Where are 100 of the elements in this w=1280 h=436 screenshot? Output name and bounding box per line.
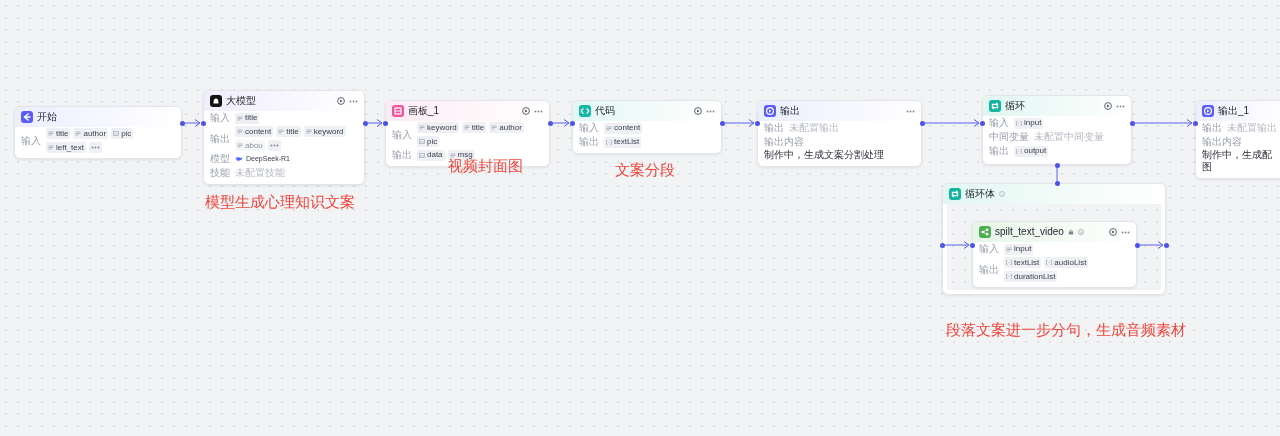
port-handle[interactable] bbox=[569, 120, 575, 126]
connector-arrow bbox=[367, 119, 383, 127]
port-handle[interactable] bbox=[200, 120, 206, 126]
board-node-icon bbox=[392, 105, 404, 117]
variable-name: data bbox=[427, 150, 443, 160]
port-handle[interactable] bbox=[1054, 180, 1060, 186]
port-handle[interactable] bbox=[547, 120, 553, 126]
field-label: 输入 bbox=[392, 128, 412, 141]
more-icon[interactable] bbox=[534, 109, 543, 113]
text-type-icon bbox=[48, 131, 54, 136]
variable-name: durationList bbox=[1014, 271, 1056, 282]
workflow-node[interactable]: 输出_1 输出 未配置输出 输出内容 制作中，生成配图 bbox=[1195, 100, 1280, 179]
connector-arrow bbox=[1134, 119, 1193, 127]
field-label: 输出 bbox=[1202, 122, 1222, 134]
workflow-node-icon bbox=[979, 226, 991, 238]
field-label: 输出 bbox=[392, 149, 412, 161]
more-icon[interactable] bbox=[906, 109, 915, 113]
image-type-icon bbox=[419, 139, 425, 144]
variable-name: content bbox=[245, 126, 272, 137]
image-type-icon bbox=[419, 152, 425, 158]
text-type-icon bbox=[48, 145, 54, 150]
field-label: 中间变量 bbox=[989, 131, 1029, 143]
port-handle[interactable] bbox=[179, 120, 185, 126]
node-title: 画板_1 bbox=[408, 105, 440, 117]
port-handle[interactable] bbox=[754, 120, 760, 126]
variable-name: author bbox=[83, 128, 107, 139]
more-icon[interactable] bbox=[706, 109, 715, 113]
start-node-icon bbox=[21, 111, 33, 123]
port-handle[interactable] bbox=[382, 120, 388, 126]
field-label: 输入 bbox=[989, 117, 1009, 129]
text-type-icon bbox=[305, 129, 312, 134]
workflow-node[interactable]: 代码 输入 content 输出 textList bbox=[572, 100, 722, 154]
workflow-node[interactable]: 输出 输出 未配置输出 输出内容 制作中，生成文案分割处理 bbox=[757, 100, 922, 167]
node-title: spilt_text_video bbox=[995, 226, 1064, 238]
text-type-icon bbox=[75, 131, 82, 136]
run-button[interactable] bbox=[1109, 228, 1117, 236]
variable-name: audioList bbox=[1054, 257, 1087, 268]
list-type-icon bbox=[1016, 120, 1022, 126]
loop-node-icon bbox=[989, 100, 1001, 112]
port-handle[interactable] bbox=[1192, 120, 1198, 126]
port-handle[interactable] bbox=[1054, 162, 1060, 168]
port-handle[interactable] bbox=[719, 120, 725, 126]
more-icon[interactable] bbox=[1116, 104, 1125, 108]
lock-icon bbox=[1067, 229, 1074, 235]
variable-name: title bbox=[245, 113, 258, 123]
field-value: 制作中，生成文案分割处理 bbox=[764, 149, 884, 161]
port-handle[interactable] bbox=[939, 242, 945, 248]
list-type-icon bbox=[606, 139, 612, 145]
port-handle[interactable] bbox=[919, 120, 925, 126]
field-label: 输入 bbox=[979, 243, 999, 255]
whale-icon bbox=[235, 156, 243, 162]
node-title: 循环 bbox=[1005, 100, 1025, 112]
variable-name: title bbox=[56, 128, 69, 139]
annotation-text: 段落文案进一步分句，生成音频素材 bbox=[946, 321, 1186, 339]
text-type-icon bbox=[237, 143, 243, 148]
workflow-node[interactable]: 开始 输入 title author pic left_text bbox=[14, 106, 182, 159]
variable-name: textList bbox=[1014, 257, 1040, 268]
field-label: 技能 bbox=[210, 167, 230, 179]
port-handle[interactable] bbox=[1163, 242, 1169, 248]
variable-name: title bbox=[471, 122, 485, 133]
port-handle[interactable] bbox=[969, 242, 975, 248]
node-title: 输出 bbox=[780, 105, 800, 117]
port-handle[interactable] bbox=[362, 120, 368, 126]
variable-name: textList bbox=[614, 137, 640, 147]
output-node-icon bbox=[1202, 105, 1214, 117]
port-handle[interactable] bbox=[1134, 242, 1140, 248]
text-type-icon bbox=[419, 125, 425, 130]
workflow-node[interactable]: 循环 输入 input 中间变量 未配置中间变量 输出 output bbox=[982, 95, 1132, 165]
run-button[interactable] bbox=[522, 107, 530, 115]
connector-arrow bbox=[184, 119, 201, 127]
port-handle[interactable] bbox=[1129, 120, 1135, 126]
field-label: 输入 bbox=[21, 134, 41, 147]
run-button[interactable] bbox=[694, 107, 702, 115]
node-title: 代码 bbox=[595, 105, 615, 117]
workflow-node[interactable]: spilt_text_video 输入 input 输出 textList audioList durationList bbox=[972, 221, 1137, 288]
run-button[interactable] bbox=[337, 97, 345, 105]
field-label: 输入 bbox=[210, 112, 230, 124]
text-type-icon bbox=[237, 115, 243, 121]
text-type-icon bbox=[1006, 246, 1012, 252]
variable-name: author bbox=[499, 122, 522, 133]
connector-arrow bbox=[944, 241, 970, 249]
port-handle[interactable] bbox=[979, 120, 985, 126]
field-label: 输出内容 bbox=[1202, 136, 1242, 148]
field-label: 输出 bbox=[579, 136, 599, 148]
more-icon[interactable] bbox=[91, 146, 100, 149]
variable-name: input bbox=[1024, 118, 1042, 128]
connector-arrow bbox=[552, 119, 570, 127]
connector-arrow bbox=[1139, 241, 1164, 249]
more-icon[interactable] bbox=[349, 99, 358, 103]
node-title: 大模型 bbox=[226, 95, 256, 107]
node-title: 输出_1 bbox=[1218, 105, 1250, 117]
run-button[interactable] bbox=[1104, 102, 1112, 110]
node-title: 循环体 bbox=[965, 188, 995, 200]
image-type-icon bbox=[113, 131, 120, 136]
node-title: 开始 bbox=[37, 111, 57, 123]
variable-name: input bbox=[1014, 244, 1032, 254]
more-icon[interactable] bbox=[269, 144, 279, 147]
list-type-icon bbox=[1016, 148, 1022, 154]
variable-name: pic bbox=[121, 128, 132, 139]
more-icon[interactable] bbox=[1121, 230, 1130, 234]
